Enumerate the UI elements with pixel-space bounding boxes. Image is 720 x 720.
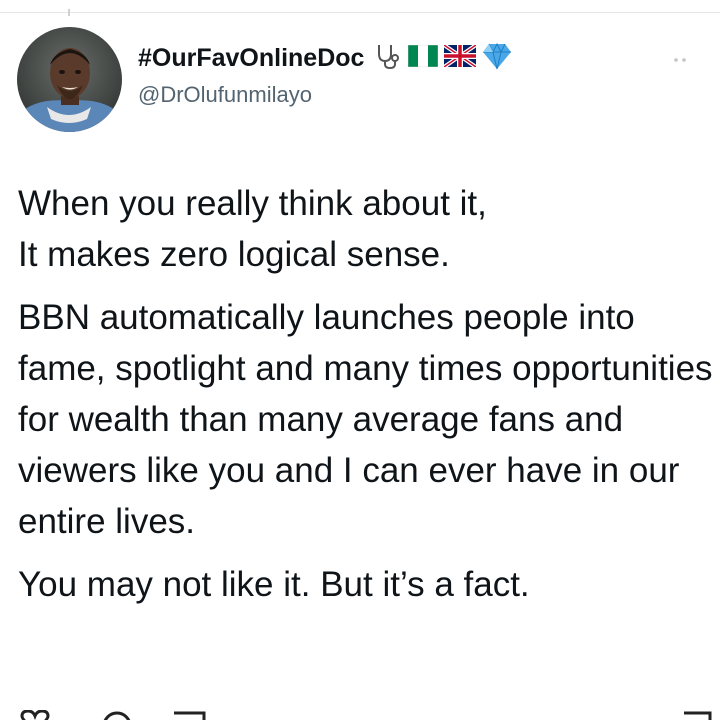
tweet-text: When you really think about it, It makes… xyxy=(18,178,718,610)
user-handle[interactable]: @DrOlufunmilayo xyxy=(138,82,312,108)
more-options-button[interactable] xyxy=(668,48,696,72)
share-icon[interactable] xyxy=(680,710,714,720)
uk-flag-icon xyxy=(443,42,478,72)
reply-icon[interactable] xyxy=(100,710,134,720)
avatar-image xyxy=(17,27,122,132)
gem-icon xyxy=(482,42,512,75)
like-icon[interactable] xyxy=(18,709,52,720)
stethoscope-icon xyxy=(372,41,402,76)
tweet-card: #OurFavOnlineDoc @DrOlufunmilayo When yo… xyxy=(0,0,720,720)
tweet-paragraph-1: When you really think about it, It makes… xyxy=(18,178,718,280)
nigeria-flag-icon xyxy=(408,44,439,72)
tweet-paragraph-3: You may not like it. But it’s a fact. xyxy=(18,565,530,604)
name-emoji-group xyxy=(372,41,512,76)
more-dots-icon xyxy=(674,58,686,62)
action-bar xyxy=(0,702,720,720)
name-row: #OurFavOnlineDoc xyxy=(138,40,512,76)
tweet-paragraph-2: BBN automatically launches people into f… xyxy=(18,298,713,541)
avatar[interactable] xyxy=(17,27,122,132)
tweet-line: When you really think about it, xyxy=(18,184,487,223)
tweet-line: It makes zero logical sense. xyxy=(18,235,450,274)
display-name[interactable]: #OurFavOnlineDoc xyxy=(138,44,364,73)
retweet-icon[interactable] xyxy=(170,710,210,720)
